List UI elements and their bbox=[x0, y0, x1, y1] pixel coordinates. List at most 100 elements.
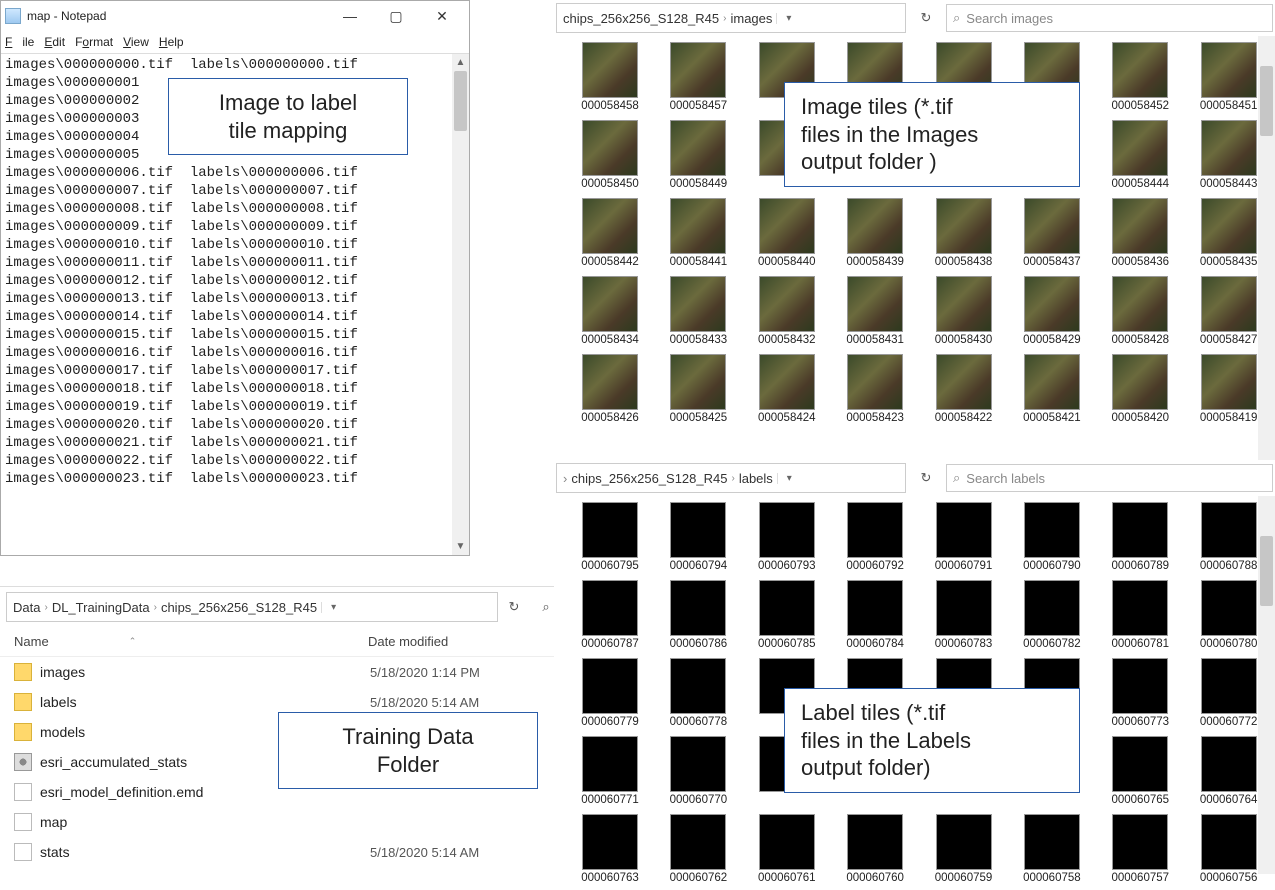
thumbnail-item[interactable]: 000060773 bbox=[1102, 658, 1178, 728]
thumbnail-item[interactable]: 000060772 bbox=[1191, 658, 1267, 728]
thumbnail-item[interactable]: 000060790 bbox=[1014, 502, 1090, 572]
breadcrumb-dropdown-icon[interactable]: ▾ bbox=[776, 13, 800, 24]
thumbnail-item[interactable]: 000058428 bbox=[1102, 276, 1178, 346]
thumbnail-item[interactable]: 000058421 bbox=[1014, 354, 1090, 424]
menu-view[interactable]: View bbox=[123, 35, 149, 49]
thumbnail-item[interactable]: 000060770 bbox=[660, 736, 736, 806]
thumbnail-item[interactable]: 000060781 bbox=[1102, 580, 1178, 650]
breadcrumb-part[interactable]: DL_TrainingData bbox=[52, 600, 150, 615]
breadcrumb-part[interactable]: chips_256x256_S128_R45 bbox=[571, 471, 727, 486]
thumbnail-item[interactable]: 000058422 bbox=[926, 354, 1002, 424]
thumbnail-item[interactable]: 000060779 bbox=[572, 658, 648, 728]
column-header-name[interactable]: Name ⌃ bbox=[0, 634, 360, 649]
scroll-thumb[interactable] bbox=[1260, 66, 1273, 136]
thumbnail-item[interactable]: 000060780 bbox=[1191, 580, 1267, 650]
search-input[interactable]: ⌕ Search images bbox=[946, 4, 1273, 32]
thumbnail-item[interactable]: 000058444 bbox=[1102, 120, 1178, 190]
thumbnail-item[interactable]: 000058436 bbox=[1102, 198, 1178, 268]
thumbnail-item[interactable]: 000058420 bbox=[1102, 354, 1178, 424]
thumbnail-item[interactable]: 000060783 bbox=[926, 580, 1002, 650]
column-header-date[interactable]: Date modified bbox=[360, 634, 568, 649]
thumbnail-item[interactable]: 000058419 bbox=[1191, 354, 1267, 424]
thumbnail-item[interactable]: 000058458 bbox=[572, 42, 648, 112]
scroll-up-icon[interactable]: ▲ bbox=[452, 54, 469, 71]
thumbnail-item[interactable]: 000060789 bbox=[1102, 502, 1178, 572]
thumbnail-item[interactable]: 000058442 bbox=[572, 198, 648, 268]
thumbnail-item[interactable]: 000060791 bbox=[926, 502, 1002, 572]
menu-file[interactable]: File bbox=[5, 35, 34, 49]
close-button[interactable]: ✕ bbox=[419, 1, 465, 31]
thumbnail-item[interactable]: 000060792 bbox=[837, 502, 913, 572]
breadcrumb[interactable]: chips_256x256_S128_R45 › images ▾ bbox=[556, 3, 906, 33]
thumbnail-item[interactable]: 000060794 bbox=[660, 502, 736, 572]
thumbnail-item[interactable]: 000060795 bbox=[572, 502, 648, 572]
thumbnail-item[interactable]: 000058426 bbox=[572, 354, 648, 424]
breadcrumb-part[interactable]: chips_256x256_S128_R45 bbox=[161, 600, 317, 615]
thumbnail-item[interactable]: 000060784 bbox=[837, 580, 913, 650]
thumbnail-item[interactable]: 000058438 bbox=[926, 198, 1002, 268]
notepad-titlebar[interactable]: map - Notepad — ▢ ✕ bbox=[1, 1, 469, 31]
thumbnail-item[interactable]: 000060782 bbox=[1014, 580, 1090, 650]
thumbnail-item[interactable]: 000058431 bbox=[837, 276, 913, 346]
thumbnail-item[interactable]: 000058441 bbox=[660, 198, 736, 268]
notepad-scrollbar[interactable]: ▲ ▼ bbox=[452, 54, 469, 555]
thumbnail-item[interactable]: 000058452 bbox=[1102, 42, 1178, 112]
thumbnail-item[interactable]: 000058449 bbox=[660, 120, 736, 190]
thumbnail-item[interactable]: 000058430 bbox=[926, 276, 1002, 346]
scroll-thumb[interactable] bbox=[1260, 536, 1273, 606]
thumbnail-item[interactable]: 000058457 bbox=[660, 42, 736, 112]
thumbnail-item[interactable]: 000058432 bbox=[749, 276, 825, 346]
breadcrumb-part[interactable]: labels bbox=[739, 471, 773, 486]
thumbnail-item[interactable]: 000058437 bbox=[1014, 198, 1090, 268]
thumbnail-item[interactable]: 000058451 bbox=[1191, 42, 1267, 112]
scroll-down-icon[interactable]: ▼ bbox=[452, 538, 469, 555]
thumbnail-image bbox=[1112, 120, 1168, 176]
thumbnail-item[interactable]: 000060785 bbox=[749, 580, 825, 650]
refresh-button[interactable]: ↻ bbox=[910, 3, 942, 33]
thumbnail-item[interactable]: 000060764 bbox=[1191, 736, 1267, 806]
thumbnail-item[interactable]: 000058443 bbox=[1191, 120, 1267, 190]
breadcrumb-dropdown-icon[interactable]: ▾ bbox=[777, 473, 801, 484]
thumbnail-item[interactable]: 000060788 bbox=[1191, 502, 1267, 572]
thumbnail-item[interactable]: 000060778 bbox=[660, 658, 736, 728]
refresh-button[interactable]: ↻ bbox=[910, 463, 942, 493]
thumbnail-image bbox=[670, 736, 726, 792]
thumbnail-item[interactable]: 000058440 bbox=[749, 198, 825, 268]
thumbnail-item[interactable]: 000058423 bbox=[837, 354, 913, 424]
list-item[interactable]: stats5/18/2020 5:14 AM bbox=[0, 837, 568, 867]
refresh-button[interactable]: ↻ bbox=[498, 592, 530, 622]
thumbnail-item[interactable]: 000058424 bbox=[749, 354, 825, 424]
thumbnail-item[interactable]: 000060771 bbox=[572, 736, 648, 806]
breadcrumb-part[interactable]: Data bbox=[13, 600, 40, 615]
thumbnail-item[interactable]: 000058434 bbox=[572, 276, 648, 346]
thumbnail-item[interactable]: 000060765 bbox=[1102, 736, 1178, 806]
breadcrumb-part[interactable]: images bbox=[730, 11, 772, 26]
breadcrumb-part[interactable]: chips_256x256_S128_R45 bbox=[563, 11, 719, 26]
thumbnail-item[interactable]: 000058433 bbox=[660, 276, 736, 346]
thumbnail-item[interactable]: 000058425 bbox=[660, 354, 736, 424]
thumbnail-item[interactable]: 000058439 bbox=[837, 198, 913, 268]
breadcrumb[interactable]: › chips_256x256_S128_R45 › labels ▾ bbox=[556, 463, 906, 493]
search-input[interactable]: ⌕ Search labels bbox=[946, 464, 1273, 492]
scroll-thumb[interactable] bbox=[454, 71, 467, 131]
thumbnail-item[interactable]: 000058435 bbox=[1191, 198, 1267, 268]
breadcrumb-dropdown-icon[interactable]: ▾ bbox=[321, 602, 345, 613]
menu-format[interactable]: Format bbox=[75, 35, 113, 49]
scrollbar[interactable] bbox=[1258, 496, 1275, 874]
scrollbar[interactable] bbox=[1258, 36, 1275, 460]
minimize-button[interactable]: — bbox=[327, 1, 373, 31]
menu-edit[interactable]: Edit bbox=[44, 35, 65, 49]
maximize-button[interactable]: ▢ bbox=[373, 1, 419, 31]
thumbnail-item[interactable]: 000060786 bbox=[660, 580, 736, 650]
thumbnail-item[interactable]: 000058427 bbox=[1191, 276, 1267, 346]
list-item[interactable]: map bbox=[0, 807, 568, 837]
thumbnail-item[interactable]: 000060787 bbox=[572, 580, 648, 650]
list-item[interactable]: images5/18/2020 1:14 PM bbox=[0, 657, 568, 687]
thumbnail-item[interactable]: 000060793 bbox=[749, 502, 825, 572]
breadcrumb[interactable]: Data › DL_TrainingData › chips_256x256_S… bbox=[6, 592, 498, 622]
thumbnail-image bbox=[1024, 580, 1080, 636]
thumbnail-item[interactable]: 000058450 bbox=[572, 120, 648, 190]
thumbnail-item[interactable]: 000058429 bbox=[1014, 276, 1090, 346]
menu-help[interactable]: Help bbox=[159, 35, 184, 49]
thumbnail-label: 000058438 bbox=[935, 256, 993, 268]
